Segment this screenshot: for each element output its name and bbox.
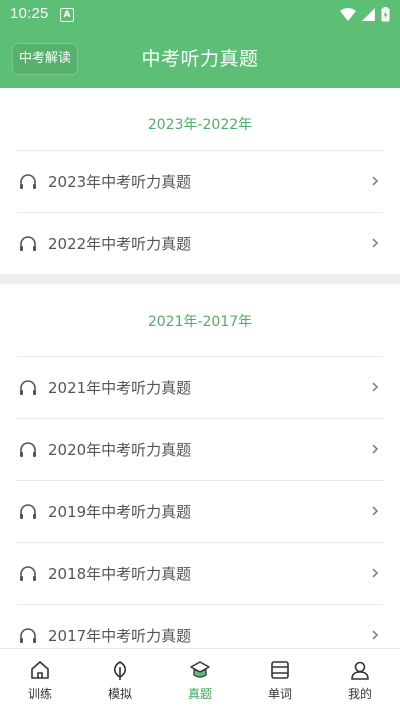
tab-mine[interactable]: 我的 — [320, 649, 400, 712]
headphones-icon — [20, 173, 36, 189]
list-item-label: 2018年中考听力真题 — [48, 565, 192, 583]
notification-a-icon: A — [60, 8, 74, 22]
leaf-icon — [113, 661, 127, 680]
section-divider — [0, 274, 400, 284]
list-item-label: 2022年中考听力真题 — [48, 235, 192, 253]
book-icon — [271, 661, 289, 679]
chevron-right-icon — [372, 382, 379, 392]
list-item[interactable]: 2019年中考听力真题 — [17, 480, 383, 542]
battery-icon — [381, 6, 390, 21]
list-item-label: 2023年中考听力真题 — [48, 173, 192, 191]
chevron-right-icon — [372, 176, 379, 186]
wifi-icon — [340, 7, 356, 21]
tab-label: 真题 — [187, 687, 212, 701]
section-2023-2022: 2023年-2022年 2023年中考听力真题 2022年中考听力真题 — [0, 88, 400, 274]
section-title: 2023年-2022年 — [147, 117, 253, 133]
list-item[interactable]: 2017年中考听力真题 — [17, 604, 383, 648]
headphones-icon — [20, 565, 36, 581]
chevron-right-icon — [372, 568, 379, 578]
section-2021-2017: 2021年-2017年 2021年中考听力真题 2020年中考听力真题 2019… — [0, 284, 400, 648]
chevron-right-icon — [372, 630, 379, 640]
app-root: 10:25 A 中考解读 中考听力真题 2023年-2022年 2023年中考听… — [0, 0, 400, 712]
headphones-icon — [20, 627, 36, 643]
list-item-label: 2020年中考听力真题 — [48, 441, 192, 459]
tab-training[interactable]: 训练 — [0, 649, 80, 712]
list-item[interactable]: 2023年中考听力真题 — [17, 150, 383, 212]
bottom-nav: 训练 模拟 真题 单词 我的 — [0, 648, 400, 712]
tab-label: 模拟 — [107, 687, 132, 701]
tab-real-exam[interactable]: 真题 — [160, 649, 240, 712]
tab-mock[interactable]: 模拟 — [80, 649, 160, 712]
headphones-icon — [20, 235, 36, 251]
content-list: 2023年-2022年 2023年中考听力真题 2022年中考听力真题 2021… — [0, 88, 400, 648]
headphones-icon — [20, 503, 36, 519]
list-item-label: 2019年中考听力真题 — [48, 503, 192, 521]
home-icon — [31, 661, 49, 679]
graduation-cap-icon — [190, 661, 210, 678]
app-bar: 中考解读 中考听力真题 — [0, 28, 400, 88]
tab-label: 我的 — [347, 687, 372, 701]
chevron-right-icon — [372, 506, 379, 516]
page-title: 中考听力真题 — [141, 48, 259, 70]
status-time: 10:25 — [10, 5, 49, 22]
list-item-label: 2017年中考听力真题 — [48, 627, 192, 645]
chevron-right-icon — [372, 238, 379, 248]
status-bar: 10:25 A — [0, 0, 400, 28]
headphones-icon — [20, 441, 36, 457]
list-item[interactable]: 2020年中考听力真题 — [17, 418, 383, 480]
headphones-icon — [20, 379, 36, 395]
chevron-right-icon — [372, 444, 379, 454]
list-item[interactable]: 2018年中考听力真题 — [17, 542, 383, 604]
signal-icon — [362, 7, 375, 21]
tab-words[interactable]: 单词 — [240, 649, 320, 712]
section-title: 2021年-2017年 — [147, 314, 253, 330]
tab-label: 训练 — [27, 687, 52, 701]
list-item[interactable]: 2021年中考听力真题 — [17, 356, 383, 418]
list-item[interactable]: 2022年中考听力真题 — [17, 212, 383, 274]
user-icon — [351, 661, 369, 680]
top-bar: 10:25 A 中考解读 中考听力真题 — [0, 0, 400, 88]
tab-label: 单词 — [267, 687, 292, 701]
list-item-label: 2021年中考听力真题 — [48, 379, 192, 397]
status-icons — [340, 6, 390, 22]
